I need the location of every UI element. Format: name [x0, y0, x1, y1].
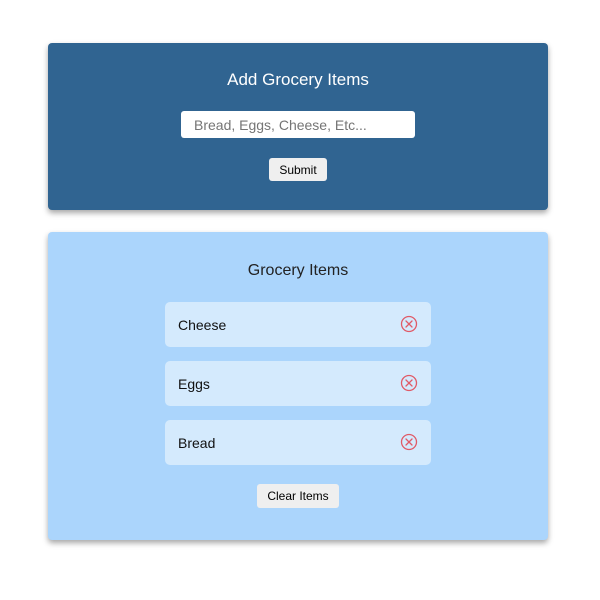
- add-items-title: Add Grocery Items: [227, 70, 369, 89]
- grocery-list-panel: Grocery Items Cheese Eggs Bread Clear It…: [48, 232, 548, 540]
- grocery-item-input[interactable]: [181, 111, 415, 138]
- clear-items-button[interactable]: Clear Items: [257, 484, 339, 508]
- list-item: Cheese: [165, 302, 431, 347]
- remove-item-button[interactable]: [400, 374, 418, 392]
- list-item-label: Eggs: [178, 376, 210, 392]
- list-item: Bread: [165, 420, 431, 465]
- grocery-list-title: Grocery Items: [247, 262, 349, 279]
- remove-item-button[interactable]: [400, 433, 418, 451]
- circle-x-icon: [400, 433, 418, 451]
- remove-item-button[interactable]: [400, 315, 418, 333]
- list-item-label: Bread: [178, 435, 216, 451]
- list-item: Eggs: [165, 361, 431, 406]
- add-items-panel: Add Grocery Items Submit: [48, 43, 548, 210]
- circle-x-icon: [400, 315, 418, 333]
- submit-button[interactable]: Submit: [269, 158, 327, 181]
- circle-x-icon: [400, 374, 418, 392]
- list-item-label: Cheese: [178, 317, 227, 333]
